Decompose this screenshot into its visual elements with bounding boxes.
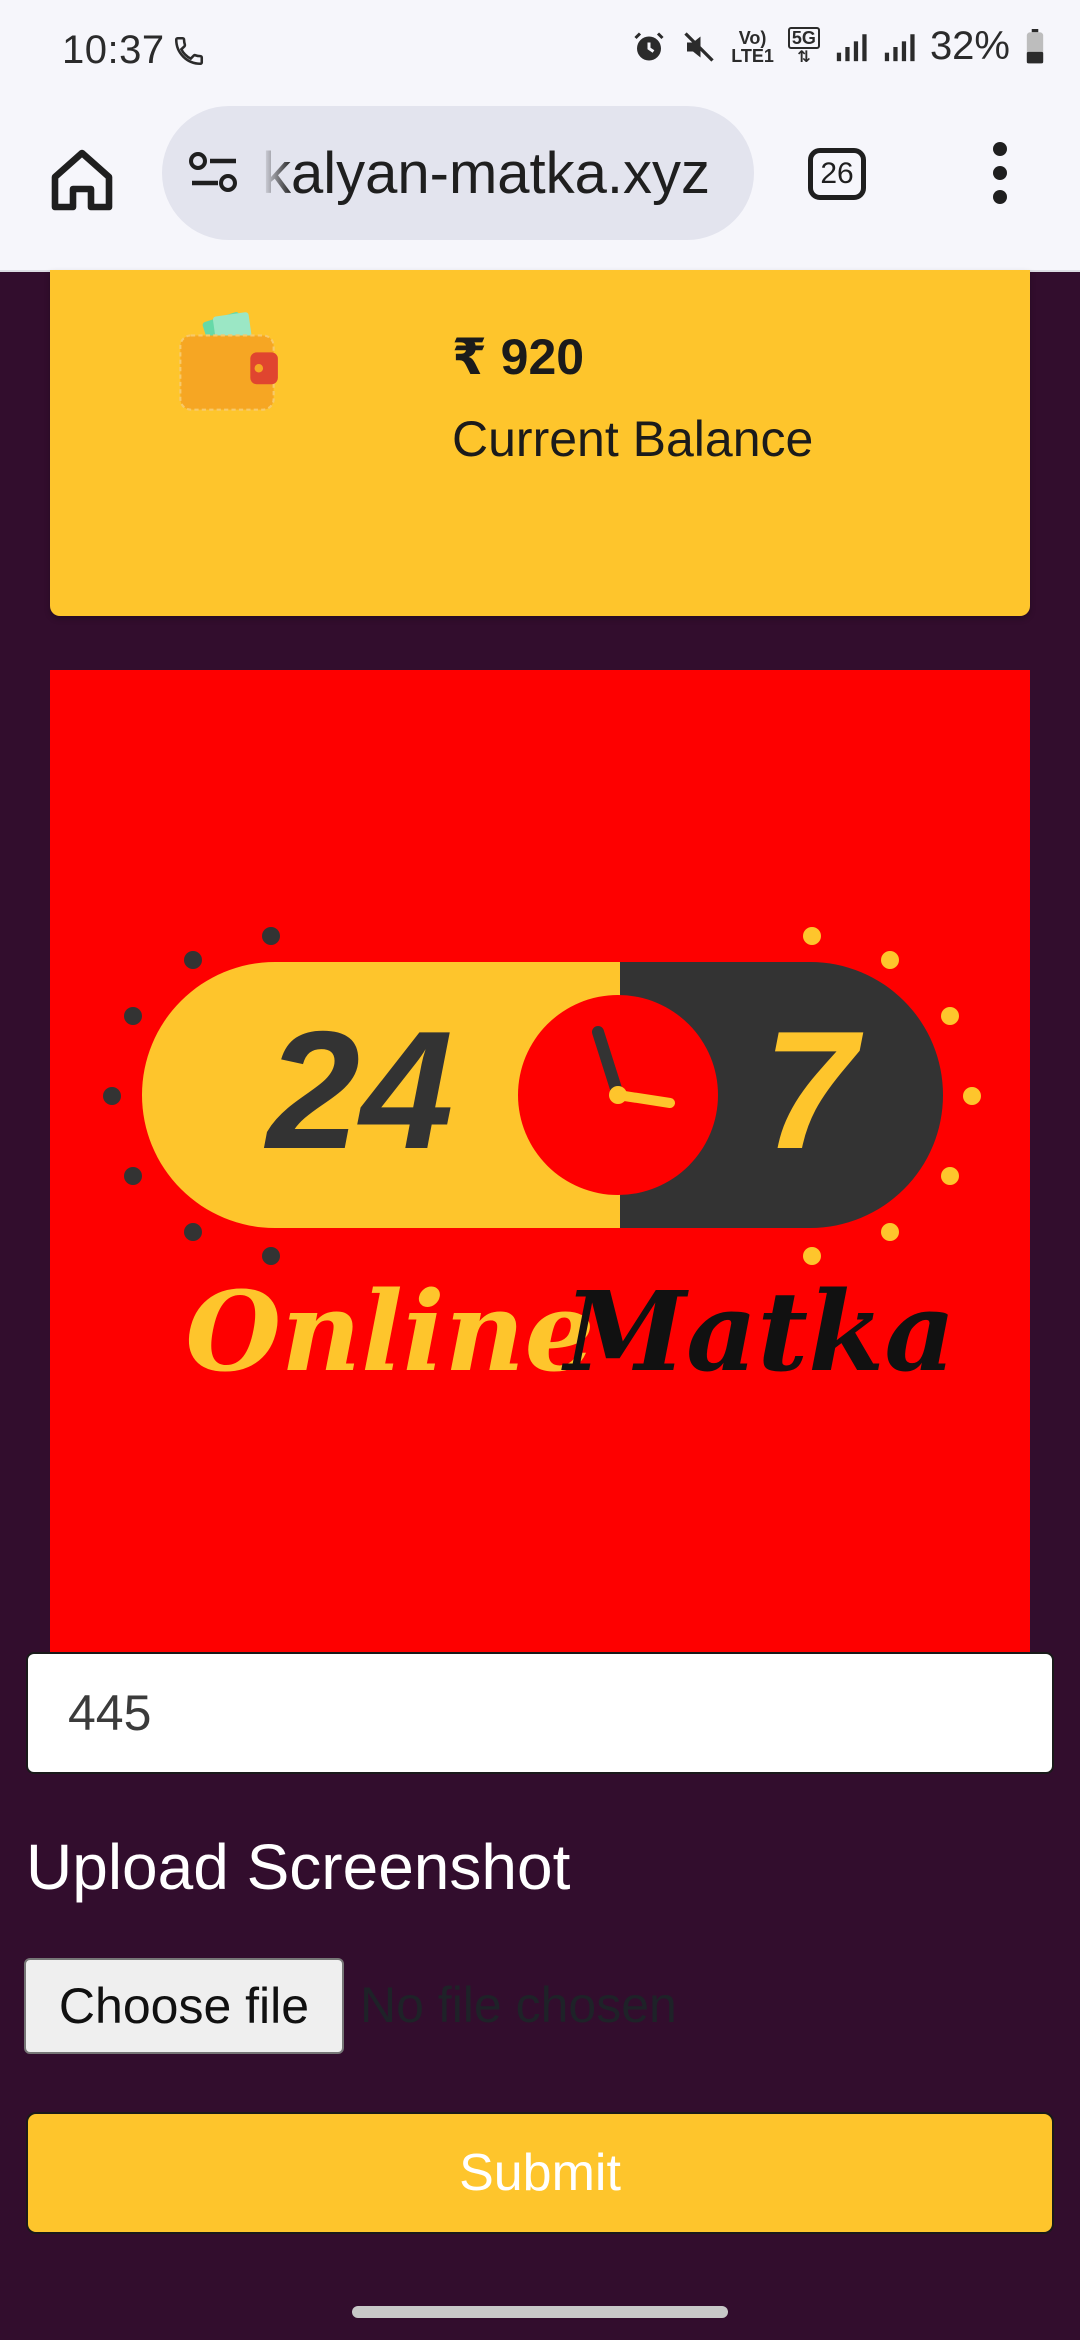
logo-number-24: 24 <box>264 996 454 1184</box>
upload-heading: Upload Screenshot <box>26 1831 571 1903</box>
home-icon[interactable] <box>46 144 118 216</box>
alarm-icon <box>634 31 664 60</box>
status-bar: 10:37 Vo) LTE1 5G ⇅ 32% <box>0 0 1080 100</box>
address-bar[interactable]: kalyan-matka.xyz <box>162 106 754 240</box>
logo-word-online: Online <box>185 1267 594 1396</box>
wallet-icon <box>179 312 278 411</box>
mute-icon <box>684 31 714 62</box>
balance-amount: ₹ 920 <box>452 329 585 385</box>
browser-toolbar: kalyan-matka.xyz 26 <box>0 100 1080 272</box>
5g-data-icon: 5G ⇅ <box>787 26 820 67</box>
balance-label: Current Balance <box>452 411 814 467</box>
battery-icon <box>1026 28 1044 63</box>
amount-input[interactable] <box>26 1652 1054 1774</box>
signal-icon-2 <box>884 33 915 61</box>
no-file-text: No file chosen <box>360 1977 677 2033</box>
online-matka-logo: 24 7 Online Matka <box>103 927 981 1396</box>
tab-switcher-button[interactable]: 26 <box>808 148 866 200</box>
submit-button[interactable]: Submit <box>26 2112 1054 2234</box>
logo-number-7: 7 <box>763 996 863 1184</box>
battery-percent: 32% <box>929 24 1010 68</box>
logo-word-matka: Matka <box>560 1267 955 1396</box>
more-menu-icon[interactable] <box>990 142 1010 208</box>
status-time: 10:37 <box>62 28 165 72</box>
signal-icon <box>836 33 867 61</box>
balance-card: ₹ 920 Current Balance <box>50 270 1030 616</box>
choose-file-button[interactable]: Choose file <box>24 1958 344 2054</box>
site-settings-icon[interactable] <box>188 151 240 195</box>
gesture-nav-bar[interactable] <box>352 2306 728 2318</box>
phone-call-icon <box>174 36 204 66</box>
logo-image: 24 7 Online Matka <box>50 670 1030 1654</box>
volte-icon: Vo) LTE1 <box>731 27 774 66</box>
status-right: Vo) LTE1 5G ⇅ 32% <box>631 24 1046 69</box>
url-text[interactable]: kalyan-matka.xyz <box>262 140 742 207</box>
